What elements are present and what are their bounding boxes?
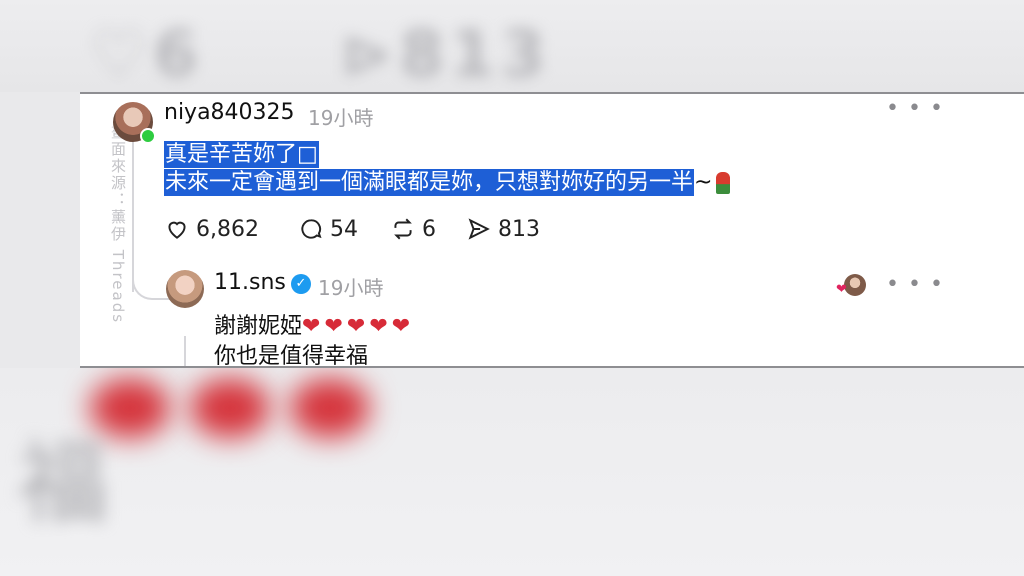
online-status-dot	[140, 128, 156, 144]
post-timestamp: 19小時	[308, 106, 374, 130]
heart-icon	[168, 221, 186, 239]
reply-text-line-2: 你也是值得幸福	[214, 344, 369, 368]
repost-icon	[394, 218, 412, 240]
share-button[interactable]: 813	[466, 216, 540, 242]
blurred-heart	[190, 378, 270, 438]
blurred-backdrop-top: ♡6 ⊳813	[0, 0, 1024, 92]
tilde: ~	[694, 170, 713, 195]
blurred-glyph: ♡6	[90, 18, 204, 92]
rose-emoji-icon	[716, 172, 731, 194]
repost-count: 6	[422, 216, 436, 242]
like-count: 6,862	[196, 216, 259, 242]
reply-timestamp: 19小時	[318, 276, 384, 300]
send-icon	[468, 218, 490, 240]
more-options-icon[interactable]: • • •	[886, 274, 944, 296]
author-liked-indicator: ❤	[836, 274, 866, 298]
more-options-icon[interactable]: • • •	[886, 98, 944, 120]
reply-text-line-1: 謝謝妮婭❤❤❤❤❤	[214, 308, 414, 340]
like-button[interactable]: 6,862	[164, 216, 259, 242]
comment-count: 54	[330, 216, 358, 242]
share-count: 813	[498, 216, 540, 242]
comment-button[interactable]: 54	[298, 216, 358, 242]
threads-comment-card: 畫面來源：薰伊 Threads niya840325 19小時 • • • 真是…	[80, 92, 1024, 368]
reply-avatar[interactable]	[166, 270, 204, 308]
repost-button[interactable]: 6	[390, 216, 436, 242]
post-text-line-2: 未來一定會遇到一個滿眼都是妳，只想對妳好的另一半~	[164, 164, 731, 196]
thread-connector	[184, 336, 186, 366]
selected-text: 未來一定會遇到一個滿眼都是妳，只想對妳好的另一半	[164, 169, 695, 196]
comment-icon	[301, 219, 322, 239]
liker-avatar	[844, 274, 866, 296]
source-watermark: 畫面來源：薰伊 Threads	[109, 124, 127, 325]
blurred-glyph: 福	[18, 431, 108, 536]
liked-heart-icon: ❤	[836, 282, 847, 297]
verified-badge-icon: ✓	[291, 274, 311, 294]
blurred-backdrop-bottom	[0, 368, 1024, 576]
blurred-glyph: ⊳813	[340, 18, 552, 92]
reply-username[interactable]: 11.sns	[214, 270, 286, 295]
hearts-emoji-icon: ❤❤❤❤❤	[302, 314, 415, 339]
post-username[interactable]: niya840325	[164, 100, 295, 125]
reply-text: 謝謝妮婭	[214, 314, 303, 339]
blurred-heart	[290, 378, 370, 438]
